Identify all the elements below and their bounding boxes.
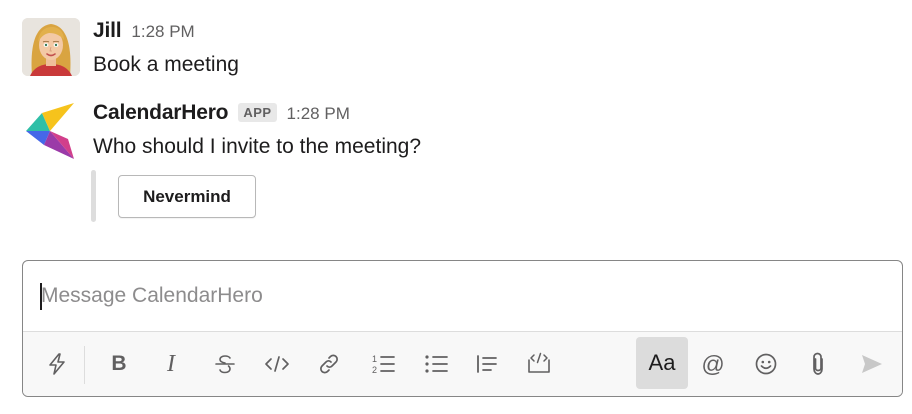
attach-button[interactable] [796,342,840,386]
strikethrough-icon [215,355,235,374]
strikethrough-button[interactable] [203,342,247,386]
message-text: Who should I invite to the meeting? [93,135,422,158]
blockquote-icon [477,355,497,373]
send-icon [862,355,882,373]
mention-button[interactable]: @ [691,342,735,386]
blockquote-button[interactable] [465,342,509,386]
svg-text:1: 1 [372,354,377,364]
code-block-button[interactable] [517,342,561,386]
send-button[interactable] [850,342,894,386]
paperclip-icon [813,352,823,375]
code-block-icon [528,352,550,373]
italic-icon: I [167,350,175,377]
slack-conversation: Jill 1:28 PM Book a meeting CalendarHero… [0,0,912,414]
lightning-icon [49,353,65,375]
link-icon [320,354,338,374]
link-button[interactable] [307,342,351,386]
app-badge: APP [238,103,277,122]
sender-name[interactable]: Jill [93,19,122,43]
formatting-icon: Aa [648,350,676,375]
nevermind-button[interactable]: Nevermind [118,175,256,218]
code-button[interactable] [255,342,299,386]
bulleted-list-button[interactable] [414,342,458,386]
calendarhero-logo-icon [26,103,74,159]
formatting-toolbar: B I 1 2 Aa @ [23,331,902,396]
bulleted-list-icon [425,355,448,373]
bold-button[interactable]: B [97,342,141,386]
shortcuts-button[interactable] [35,342,79,386]
jill-avatar-icon [22,18,80,76]
message-timestamp[interactable]: 1:28 PM [131,22,194,42]
avatar[interactable] [22,101,78,159]
emoji-icon [755,353,777,375]
italic-button[interactable]: I [149,342,193,386]
message-header: CalendarHero APP 1:28 PM [93,101,350,125]
avatar[interactable] [22,18,80,76]
message-composer: B I [22,260,903,397]
message-timestamp[interactable]: 1:28 PM [287,104,350,124]
text-caret [40,283,42,310]
message-text: Book a meeting [93,53,239,76]
message-input[interactable] [23,261,902,331]
ordered-list-button[interactable]: 1 2 [361,342,405,386]
formatting-toggle-button[interactable]: Aa [636,337,688,389]
bold-icon: B [111,352,127,375]
ordered-list-icon: 1 2 [372,354,395,375]
emoji-button[interactable] [744,342,788,386]
attachment-bar [91,170,96,222]
message-header: Jill 1:28 PM [93,19,195,43]
code-icon [265,356,289,372]
at-icon: @ [701,350,725,377]
svg-text:2: 2 [372,365,377,375]
toolbar-divider [84,346,85,384]
sender-name[interactable]: CalendarHero [93,101,229,125]
